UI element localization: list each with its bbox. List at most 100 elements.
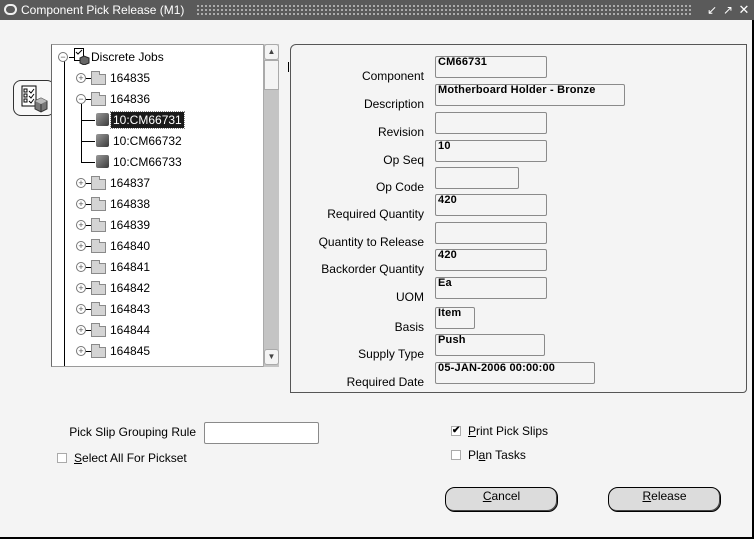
expand-icon[interactable]: + bbox=[76, 73, 86, 83]
checklist-component-icon bbox=[21, 85, 48, 113]
field-value[interactable] bbox=[435, 112, 547, 134]
checkbox-box[interactable] bbox=[451, 450, 461, 460]
window-title: Component Pick Release (M1) bbox=[21, 2, 191, 18]
field-value[interactable] bbox=[435, 222, 547, 244]
tree-node-label: 164836 bbox=[110, 92, 151, 106]
folder-icon bbox=[91, 281, 106, 295]
field-label: Required Date bbox=[346, 375, 424, 389]
component-icon bbox=[96, 113, 109, 126]
field-value[interactable] bbox=[435, 167, 519, 189]
tree-node-component[interactable]: 10:CM66732 bbox=[81, 131, 184, 151]
tree-node-job[interactable]: +164842 bbox=[76, 278, 152, 298]
job-tree[interactable]: − Discrete Jobs +164835−164836 10:CM66731… bbox=[51, 44, 279, 367]
field-label: Op Code bbox=[375, 180, 424, 194]
checkbox-checked[interactable]: ✔ bbox=[451, 426, 461, 436]
field-label: Supply Type bbox=[358, 347, 424, 361]
close-icon[interactable]: ✕ bbox=[737, 2, 751, 18]
expand-icon[interactable]: + bbox=[76, 262, 86, 272]
folder-icon bbox=[91, 71, 106, 85]
scroll-up-icon[interactable]: ▲ bbox=[264, 44, 279, 60]
folder-icon bbox=[91, 344, 106, 358]
field-label: Basis bbox=[394, 320, 424, 334]
component-icon bbox=[96, 134, 109, 147]
field-value[interactable]: Push bbox=[435, 334, 545, 356]
tree-connector bbox=[64, 59, 65, 366]
tree-node-job[interactable]: +164835 bbox=[76, 68, 152, 88]
tree-connector bbox=[81, 104, 82, 162]
tree-node-label: 10:CM66732 bbox=[113, 134, 182, 148]
collapse-icon[interactable]: − bbox=[76, 94, 86, 104]
field-label: Description bbox=[363, 97, 424, 111]
pick-slip-grouping-rule-label: Pick Slip Grouping Rule bbox=[69, 425, 196, 439]
tree-node-job[interactable]: +164839 bbox=[76, 215, 152, 235]
expand-icon[interactable]: + bbox=[76, 304, 86, 314]
tree-node-job[interactable]: +164843 bbox=[76, 299, 152, 319]
tree-node-job[interactable]: +164838 bbox=[76, 194, 152, 214]
field-value[interactable]: 05-JAN-2006 00:00:00 bbox=[435, 362, 595, 384]
field-value[interactable]: Item bbox=[435, 307, 475, 329]
folder-icon bbox=[91, 323, 106, 337]
pick-slip-grouping-rule-input[interactable] bbox=[204, 422, 319, 444]
minimize-icon[interactable]: ↙ bbox=[705, 2, 719, 18]
field-label: Required Quantity bbox=[327, 207, 424, 221]
tree-node-label: 10:CM66731 bbox=[110, 111, 185, 129]
tree-node-label: 164839 bbox=[110, 218, 151, 232]
checkbox-box[interactable] bbox=[57, 453, 67, 463]
field-value[interactable]: CM66731 bbox=[435, 56, 547, 78]
field-value[interactable]: 420 bbox=[435, 194, 547, 216]
field-label: Op Seq bbox=[383, 153, 424, 167]
field-label: Backorder Quantity bbox=[321, 262, 424, 276]
discrete-jobs-icon bbox=[74, 48, 90, 65]
tree-node-label: 164845 bbox=[110, 344, 151, 358]
tree-node-label: 164837 bbox=[110, 176, 151, 190]
component-icon bbox=[96, 155, 109, 168]
expand-icon[interactable]: + bbox=[76, 220, 86, 230]
tree-node-job[interactable]: +164840 bbox=[76, 236, 152, 256]
folder-icon bbox=[91, 218, 106, 232]
folder-icon bbox=[91, 197, 106, 211]
field-value[interactable]: 10 bbox=[435, 140, 547, 162]
cancel-button[interactable]: Cancel bbox=[445, 487, 558, 512]
window-menu-icon[interactable] bbox=[4, 4, 17, 15]
tree-node-job[interactable]: +164841 bbox=[76, 257, 152, 277]
tree-node-label: 164844 bbox=[110, 323, 151, 337]
field-value[interactable]: 420 bbox=[435, 249, 547, 271]
tree-node-job[interactable]: +164837 bbox=[76, 173, 152, 193]
folder-icon bbox=[91, 302, 106, 316]
expand-icon[interactable]: + bbox=[76, 346, 86, 356]
expand-icon[interactable]: + bbox=[76, 283, 86, 293]
tree-node-label: 164843 bbox=[110, 302, 151, 316]
tree-node-component[interactable]: 10:CM66731 bbox=[81, 110, 185, 130]
folder-icon bbox=[91, 260, 106, 274]
tree-node-discrete-jobs[interactable]: − Discrete Jobs bbox=[58, 47, 166, 67]
tree-vertical-scrollbar[interactable]: ▲ ▼ bbox=[263, 44, 279, 367]
folder-icon bbox=[91, 176, 106, 190]
tree-node-label: Discrete Jobs bbox=[91, 50, 164, 64]
tree-node-job[interactable]: +164844 bbox=[76, 320, 152, 340]
tree-node-label: 164840 bbox=[110, 239, 151, 253]
title-bar[interactable]: Component Pick Release (M1) ↙ ↗ ✕ bbox=[0, 0, 754, 20]
collapse-icon[interactable]: − bbox=[58, 52, 68, 62]
tree-node-component[interactable]: 10:CM66733 bbox=[81, 152, 184, 172]
tree-node-job[interactable]: +164845 bbox=[76, 341, 152, 361]
folder-icon bbox=[91, 92, 106, 106]
tree-node-job[interactable]: − 164836 bbox=[76, 89, 152, 109]
field-label: UOM bbox=[396, 290, 424, 304]
folder-icon bbox=[91, 239, 106, 253]
tree-node-label: 164842 bbox=[110, 281, 151, 295]
tree-node-label: 164835 bbox=[110, 71, 151, 85]
maximize-icon[interactable]: ↗ bbox=[721, 2, 735, 18]
expand-icon[interactable]: + bbox=[76, 241, 86, 251]
tree-node-label: 10:CM66733 bbox=[113, 155, 182, 169]
tree-node-label: 164841 bbox=[110, 260, 151, 274]
field-label: Revision bbox=[377, 125, 424, 139]
expand-icon[interactable]: + bbox=[76, 325, 86, 335]
expand-icon[interactable]: + bbox=[76, 178, 86, 188]
pick-release-tree-button[interactable] bbox=[13, 80, 55, 116]
tree-node-label: 164838 bbox=[110, 197, 151, 211]
expand-icon[interactable]: + bbox=[76, 199, 86, 209]
field-value[interactable]: Motherboard Holder - Bronze bbox=[435, 84, 625, 106]
field-label: Quantity to Release bbox=[318, 235, 424, 249]
release-button[interactable]: Release bbox=[608, 487, 721, 512]
field-value[interactable]: Ea bbox=[435, 277, 547, 299]
